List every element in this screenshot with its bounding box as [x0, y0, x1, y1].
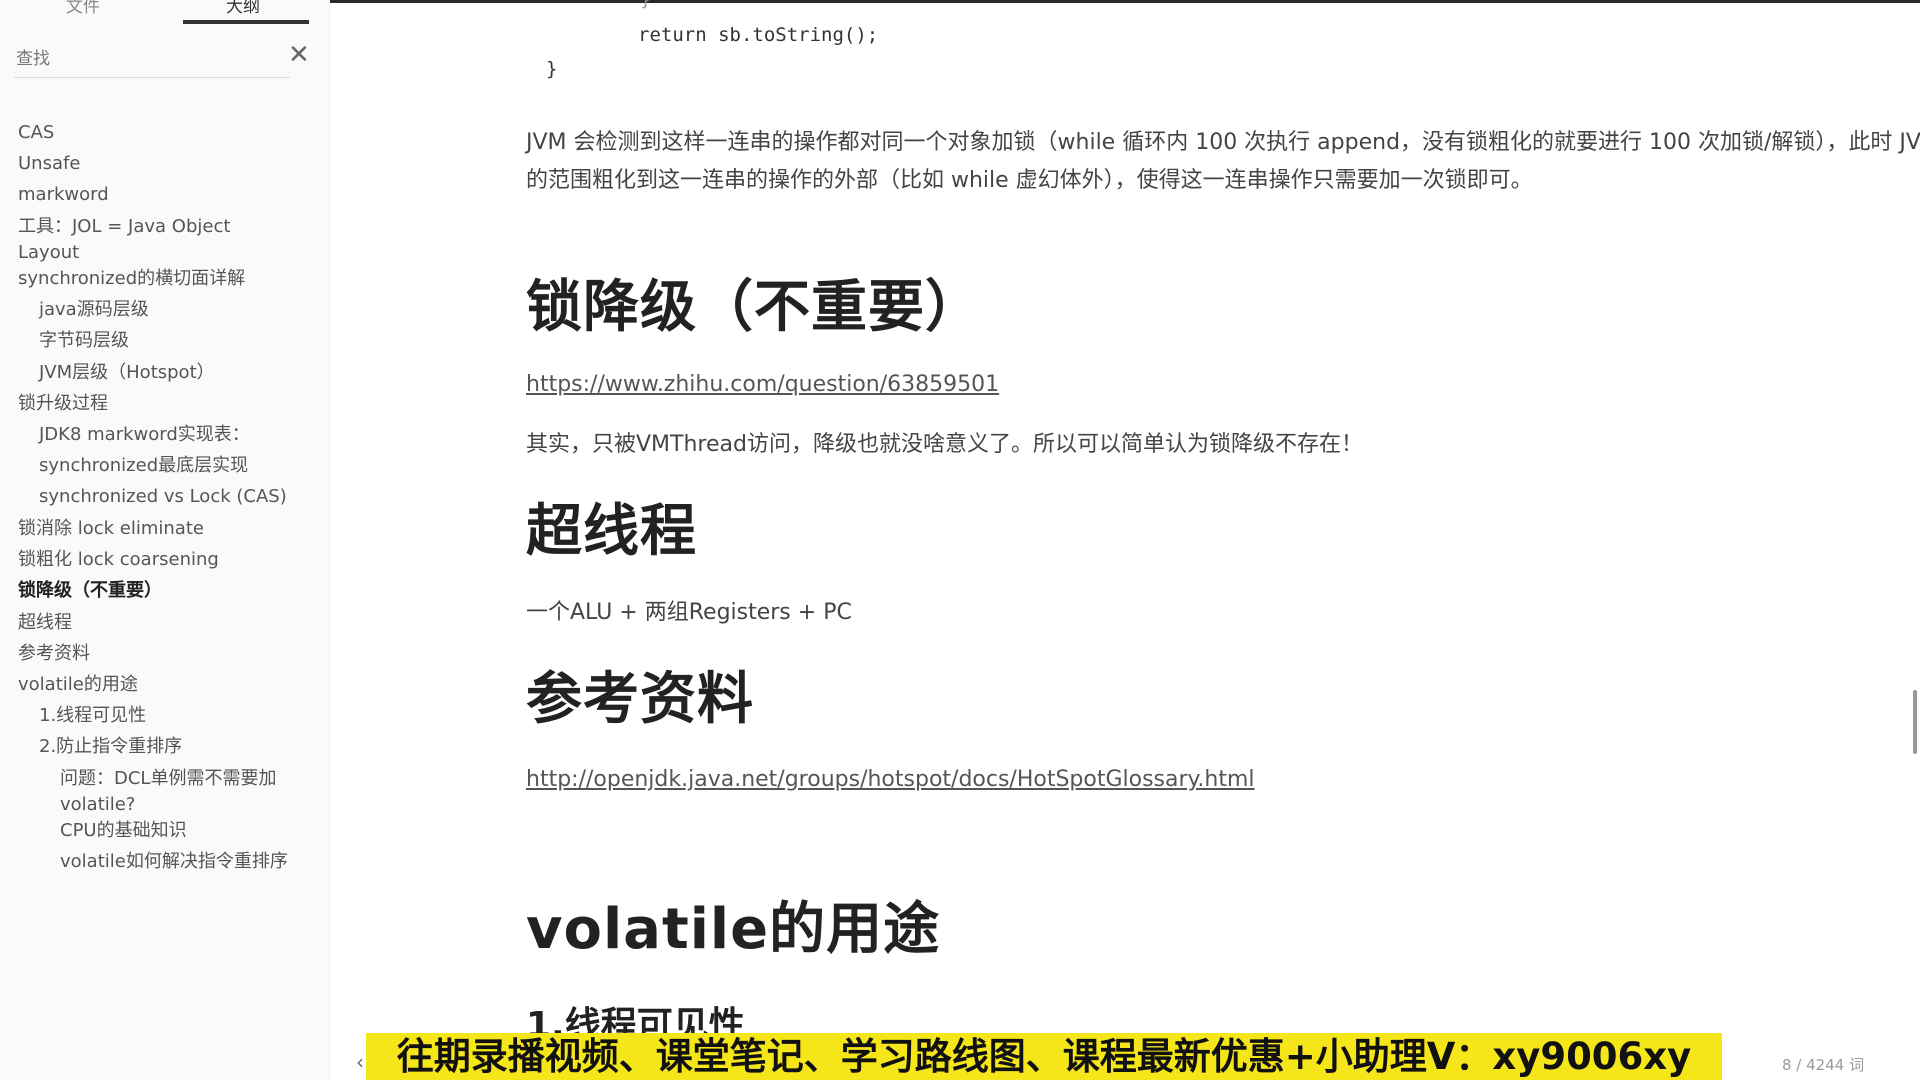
outline-item-dcl[interactable]: 问题：DCL单例需不需要加volatile? — [60, 766, 310, 818]
heading-references: 参考资料 — [526, 667, 754, 732]
outline-item-cas[interactable]: CAS — [18, 120, 318, 146]
lock-downgrade-text: 其实，只被VMThread访问，降级也就没啥意义了。所以可以简单认为锁降级不存在… — [526, 432, 1363, 457]
left-arrow-icon: ‹ — [356, 1050, 364, 1074]
tab-files[interactable]: 文件 — [66, 0, 100, 17]
document-content: } return sb.toString(); } JVM 会检测到这样一连串的… — [330, 0, 1920, 1080]
outline-item-synchronized-details[interactable]: synchronized的横切面详解 — [18, 266, 318, 292]
outline-sidebar: 文件 大纲 ✕ CAS Unsafe markword 工具：JOL = Jav… — [0, 0, 330, 1080]
outline-item-volatile[interactable]: volatile的用途 — [18, 672, 318, 698]
search-box — [14, 44, 290, 78]
scrollbar-thumb[interactable] — [1913, 690, 1917, 754]
outline-item-references[interactable]: 参考资料 — [18, 641, 318, 667]
outline-item-unsafe[interactable]: Unsafe — [18, 151, 318, 177]
link-hotspot-glossary[interactable]: http://openjdk.java.net/groups/hotspot/d… — [526, 767, 1255, 792]
outline-item-sync-impl[interactable]: synchronized最底层实现 — [39, 453, 319, 479]
search-input[interactable] — [14, 44, 244, 74]
hyperthread-text: 一个ALU + 两组Registers + PC — [526, 600, 852, 625]
link-zhihu[interactable]: https://www.zhihu.com/question/63859501 — [526, 372, 999, 397]
word-count: 8 / 4244 词 — [1782, 1056, 1865, 1074]
outline-item-bytecode[interactable]: 字节码层级 — [39, 328, 319, 354]
sidebar-tabs: 文件 大纲 — [0, 0, 330, 26]
outline-item-jdk8-markword[interactable]: JDK8 markword实现表： — [39, 422, 319, 448]
outline-item-markword[interactable]: markword — [18, 182, 318, 208]
code-brace: } — [640, 0, 651, 10]
outline-item-hyperthread[interactable]: 超线程 — [18, 610, 318, 636]
outline-item-lock-eliminate[interactable]: 锁消除 lock eliminate — [18, 516, 318, 542]
code-return-line: return sb.toString(); — [638, 24, 879, 46]
active-tab-indicator — [183, 20, 309, 24]
outline-item-java-source[interactable]: java源码层级 — [39, 297, 319, 323]
outline-item-lock-upgrade[interactable]: 锁升级过程 — [18, 391, 318, 417]
outline-item-sync-vs-lock[interactable]: synchronized vs Lock (CAS) — [39, 484, 319, 510]
heading-lock-downgrade: 锁降级（不重要） — [526, 275, 982, 340]
outline-item-reorder[interactable]: 2.防止指令重排序 — [39, 734, 319, 760]
heading-volatile: volatile的用途 — [526, 897, 941, 962]
heading-hyperthread: 超线程 — [526, 499, 697, 564]
outline-item-lock-coarsening[interactable]: 锁粗化 lock coarsening — [18, 547, 318, 573]
outline-item-lock-downgrade[interactable]: 锁降级（不重要） — [18, 578, 318, 604]
code-closing-brace: } — [546, 58, 558, 80]
outline-item-jol[interactable]: 工具：JOL = Java Object Layout — [18, 214, 258, 266]
outline-item-jvm-level[interactable]: JVM层级（Hotspot） — [39, 360, 319, 386]
outline-item-volatile-reorder[interactable]: volatile如何解决指令重排序 — [60, 849, 310, 875]
promo-banner: 往期录播视频、课堂笔记、学习路线图、课程最新优惠+小助理V：xy9006xy — [366, 1033, 1722, 1080]
close-icon[interactable]: ✕ — [288, 40, 310, 70]
outline-item-visibility[interactable]: 1.线程可见性 — [39, 703, 319, 729]
coarsening-paragraph: JVM 会检测到这样一连串的操作都对同一个对象加锁（while 循环内 100 … — [526, 130, 1920, 193]
outline-item-cpu-basics[interactable]: CPU的基础知识 — [60, 818, 322, 844]
tab-outline[interactable]: 大纲 — [226, 0, 260, 17]
